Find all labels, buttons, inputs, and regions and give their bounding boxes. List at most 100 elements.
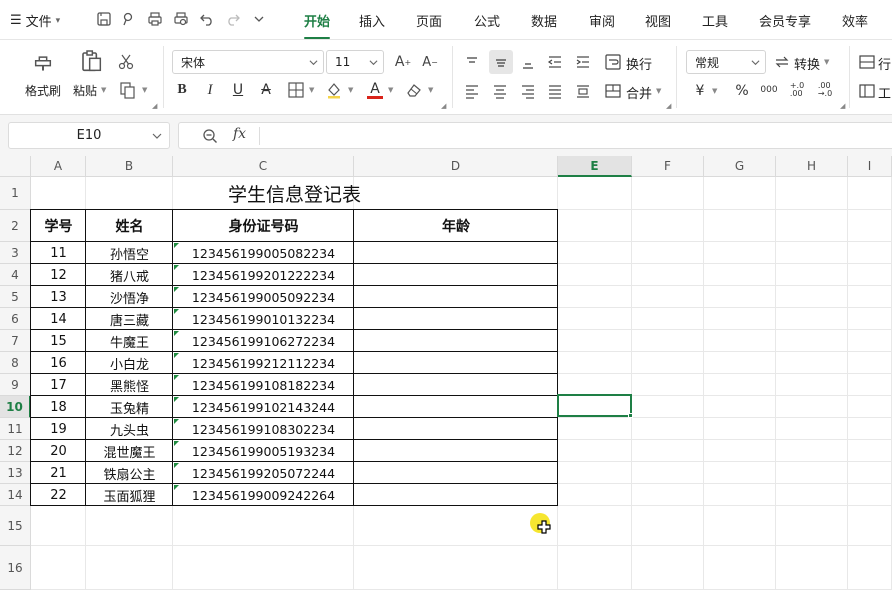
header-cell[interactable]: 身份证号码 [173, 210, 354, 242]
data-cell[interactable] [354, 352, 558, 374]
number-format-select[interactable]: 常规 [686, 50, 766, 74]
merge-button[interactable]: 合并 [626, 83, 652, 102]
underline-icon[interactable]: U [229, 81, 247, 99]
formula-input[interactable]: fx [178, 122, 892, 149]
font-color-dropdown-icon[interactable]: ▼ [388, 86, 393, 94]
data-cell[interactable]: 铁扇公主 [86, 462, 173, 484]
data-cell[interactable]: 17 [31, 374, 86, 396]
data-cell[interactable]: 16 [31, 352, 86, 374]
tab-data[interactable]: 数据 [531, 11, 557, 30]
borders-icon[interactable] [287, 81, 305, 99]
data-cell[interactable]: 玉面狐狸 [86, 484, 173, 506]
data-cell[interactable] [354, 264, 558, 286]
row-header-2[interactable]: 2 [0, 210, 31, 242]
row-header-7[interactable]: 7 [0, 330, 31, 352]
currency-icon[interactable]: ¥ [690, 81, 710, 101]
format-painter-button[interactable]: 格式刷 [25, 82, 61, 99]
select-all-corner[interactable] [0, 156, 31, 177]
align-bottom-icon[interactable] [518, 52, 538, 72]
column-header-g[interactable]: G [704, 156, 776, 177]
worksheet-button[interactable]: 工 [878, 83, 891, 102]
data-cell[interactable]: 15 [31, 330, 86, 352]
tab-tools[interactable]: 工具 [702, 11, 728, 30]
tab-insert[interactable]: 插入 [359, 11, 385, 30]
data-cell[interactable]: 123456199005193234 [173, 440, 354, 462]
data-cell[interactable]: 22 [31, 484, 86, 506]
data-cell[interactable]: 猪八戒 [86, 264, 173, 286]
copy-dropdown-icon[interactable]: ▼ [142, 86, 147, 94]
zoom-out-icon[interactable] [202, 128, 218, 144]
row-header-1[interactable]: 1 [0, 177, 31, 210]
row-header-15[interactable]: 15 [0, 506, 31, 546]
convert-icon[interactable] [772, 52, 792, 72]
convert-button[interactable]: 转换 [794, 54, 820, 73]
header-cell[interactable]: 姓名 [86, 210, 173, 242]
tab-review[interactable]: 审阅 [589, 11, 615, 30]
data-cell[interactable]: 123456199005092234 [173, 286, 354, 308]
data-cell[interactable] [354, 330, 558, 352]
wrap-text-icon[interactable] [603, 52, 623, 72]
decrease-font-icon[interactable]: A − [420, 52, 440, 72]
tab-home[interactable]: 开始 [304, 11, 331, 39]
data-cell[interactable]: 123456199102143244 [173, 396, 354, 418]
font-color-icon[interactable]: A [365, 80, 385, 100]
fill-color-icon[interactable] [325, 81, 343, 99]
save-icon[interactable] [95, 10, 113, 28]
strikethrough-icon[interactable]: A [257, 81, 275, 99]
data-cell[interactable]: 14 [31, 308, 86, 330]
row-header-8[interactable]: 8 [0, 352, 31, 374]
data-cell[interactable] [354, 242, 558, 264]
fx-icon[interactable]: fx [233, 126, 246, 142]
paste-dropdown-icon[interactable]: ▼ [101, 86, 106, 94]
data-cell[interactable]: 19 [31, 418, 86, 440]
data-cell[interactable]: 小白龙 [86, 352, 173, 374]
data-cell[interactable] [354, 286, 558, 308]
tab-efficiency[interactable]: 效率 [842, 11, 868, 30]
column-header-a[interactable]: A [31, 156, 86, 177]
data-cell[interactable] [354, 484, 558, 506]
row-header-11[interactable]: 11 [0, 418, 31, 440]
column-header-d[interactable]: D [354, 156, 558, 177]
increase-font-icon[interactable]: A + [393, 52, 413, 72]
row-header-9[interactable]: 9 [0, 374, 31, 396]
column-header-h[interactable]: H [776, 156, 848, 177]
data-cell[interactable]: 13 [31, 286, 86, 308]
borders-dropdown-icon[interactable]: ▼ [309, 86, 314, 94]
column-header-c[interactable]: C [173, 156, 354, 177]
row-column-button[interactable]: 行 [878, 54, 891, 73]
merge-cells-icon[interactable] [603, 81, 623, 101]
row-header-3[interactable]: 3 [0, 242, 31, 264]
data-cell[interactable]: 玉兔精 [86, 396, 173, 418]
redo-icon[interactable] [224, 10, 242, 28]
percent-icon[interactable]: % [732, 81, 752, 101]
align-right-icon[interactable] [518, 81, 538, 101]
row-header-4[interactable]: 4 [0, 264, 31, 286]
decrease-indent-icon[interactable] [545, 52, 565, 72]
print-preview-icon[interactable] [172, 10, 190, 28]
alignment-launcher-icon[interactable]: ◢ [666, 102, 671, 110]
data-cell[interactable]: 沙悟净 [86, 286, 173, 308]
clear-format-icon[interactable] [405, 81, 423, 99]
cut-icon[interactable] [116, 52, 136, 72]
clipboard-launcher-icon[interactable]: ◢ [152, 102, 157, 110]
tab-view[interactable]: 视图 [645, 11, 671, 30]
tab-formulas[interactable]: 公式 [474, 11, 500, 30]
data-cell[interactable]: 123456199212112234 [173, 352, 354, 374]
data-cell[interactable]: 123456199201222234 [173, 264, 354, 286]
worksheet-grid[interactable]: ABCDEFGHI 1 2 3 4 5 6 7 8 9 10 11 12 13 14 15 16 学生信息登记… [0, 156, 892, 590]
row-header-13[interactable]: 13 [0, 462, 31, 484]
distributed-align-icon[interactable] [573, 81, 593, 101]
data-cell[interactable]: 21 [31, 462, 86, 484]
row-header-16[interactable]: 16 [0, 546, 31, 590]
row-header-6[interactable]: 6 [0, 308, 31, 330]
data-cell[interactable] [354, 374, 558, 396]
currency-dropdown-icon[interactable]: ▼ [712, 87, 717, 95]
clear-dropdown-icon[interactable]: ▼ [428, 86, 433, 94]
data-cell[interactable] [354, 308, 558, 330]
font-size-select[interactable]: 11 [326, 50, 384, 74]
font-name-select[interactable]: 宋体 [172, 50, 324, 74]
number-launcher-icon[interactable]: ◢ [840, 102, 845, 110]
wrap-text-button[interactable]: 换行 [626, 54, 652, 73]
header-cell[interactable]: 学号 [31, 210, 86, 242]
data-cell[interactable]: 12 [31, 264, 86, 286]
